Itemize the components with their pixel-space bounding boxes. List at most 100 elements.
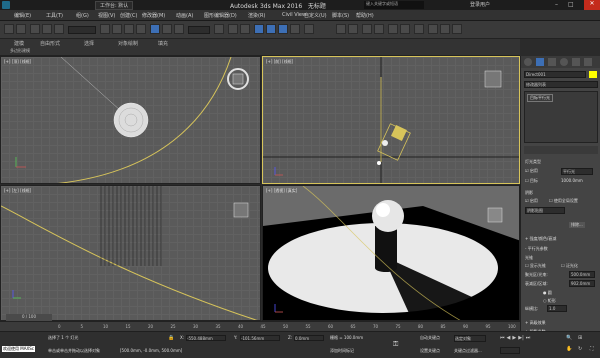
select-rotate-button[interactable] [162, 24, 172, 34]
viewport-front[interactable]: [+] [前] [线框] [262, 56, 520, 184]
menu-item[interactable]: 修改器(M) [142, 12, 165, 19]
falloff-spinner[interactable]: 902.0mm [569, 280, 595, 287]
shadow-type-dropdown[interactable]: 阴影贴图 [525, 207, 565, 214]
bind-spacewarp-button[interactable] [54, 24, 64, 34]
menu-item[interactable]: 组(G) [76, 12, 89, 19]
window-crossing-button[interactable] [136, 24, 146, 34]
menu-item[interactable]: 编辑(E) [14, 12, 31, 19]
add-time-tag[interactable]: 添加时间标记 [330, 348, 354, 354]
minimize-button[interactable]: – [555, 1, 558, 8]
graphite-toggle-button[interactable] [374, 24, 384, 34]
menu-item[interactable]: 视图(V) [98, 12, 115, 19]
playback-controls[interactable]: ⏮ ◀ ▶ ▶| ⏭ [500, 335, 560, 343]
curve-editor-button[interactable] [388, 24, 398, 34]
selection-filter-dropdown[interactable] [68, 26, 96, 34]
x-coord-field[interactable]: -550.488mm [186, 335, 226, 341]
aspect-spinner[interactable]: 1.0 [547, 305, 567, 312]
schematic-view-button[interactable] [400, 24, 410, 34]
rectangle-radio[interactable]: ○ 矩形 [543, 298, 556, 304]
light-type-header[interactable]: 灯光类型 [525, 159, 541, 165]
object-name-field[interactable]: Direct001 [524, 71, 586, 78]
search-input[interactable]: 键入关键字或短语 [364, 1, 424, 9]
key-filter-button[interactable]: 关键点过滤器... [454, 348, 482, 354]
viewport-perspective[interactable]: [+] [透视] [真实] [262, 185, 520, 321]
advanced-effects-rollout[interactable]: + 高级效果 [525, 320, 546, 326]
select-scale-button[interactable] [174, 24, 184, 34]
rect-selection-button[interactable] [124, 24, 134, 34]
spinner-snap-button[interactable] [290, 24, 300, 34]
show-cone-checkbox[interactable]: ☐ 显示光锥 [525, 263, 546, 269]
menu-item[interactable]: 创建(C) [120, 12, 137, 19]
select-object-button[interactable] [100, 24, 110, 34]
hierarchy-tab-icon[interactable] [548, 58, 556, 66]
key-selection-dropdown[interactable]: 选定对象 [454, 335, 486, 342]
user-label[interactable]: 登录用户 [470, 1, 490, 8]
select-move-button[interactable] [150, 24, 160, 34]
viewport-nav-controls[interactable]: 🔍 ⊞ ✋ ↻ ⛶ [564, 335, 600, 357]
goto-start-icon[interactable]: ⏮ [500, 335, 505, 343]
light-type-dropdown[interactable]: 平行光 [561, 168, 593, 175]
display-tab-icon[interactable] [572, 58, 580, 66]
intensity-rollout[interactable]: + 强度/颜色/衰减 [525, 236, 556, 242]
modify-tab-icon[interactable] [536, 58, 544, 66]
render-setup-button[interactable] [428, 24, 438, 34]
maximize-button[interactable]: □ [568, 1, 574, 8]
current-frame-field[interactable] [500, 347, 520, 354]
hotspot-spinner[interactable]: 500.0mm [569, 271, 595, 278]
key-icon[interactable]: ⚿ [393, 340, 398, 349]
angle-snap-button[interactable] [266, 24, 276, 34]
zoom-icon[interactable]: 🔍 [566, 335, 572, 341]
layer-manager-button[interactable] [362, 24, 372, 34]
menu-item[interactable]: 帮助(H) [356, 12, 374, 19]
create-tab-icon[interactable] [524, 58, 532, 66]
undo-button[interactable] [4, 24, 14, 34]
prev-frame-icon[interactable]: ◀ [507, 335, 511, 343]
z-coord-field[interactable]: 0.0mm [294, 335, 324, 341]
app-logo-icon[interactable] [2, 1, 10, 9]
keyboard-shortcut-button[interactable] [240, 24, 250, 34]
next-frame-icon[interactable]: ▶| [518, 335, 524, 343]
select-by-name-button[interactable] [112, 24, 122, 34]
menu-item[interactable]: 渲染(R) [248, 12, 265, 19]
circle-radio[interactable]: ● 圆 [543, 290, 552, 296]
redo-button[interactable] [16, 24, 26, 34]
shadow-enable-checkbox[interactable]: ☑ 启用 [525, 198, 538, 204]
maxscript-listener[interactable]: 欢迎使用 MAXSc [2, 346, 35, 352]
maximize-viewport-icon[interactable]: ⛶ [590, 346, 594, 352]
material-editor-button[interactable] [414, 24, 424, 34]
align-button[interactable] [348, 24, 358, 34]
orbit-icon[interactable]: ↻ [578, 346, 582, 352]
menu-item[interactable]: 动画(A) [176, 12, 193, 19]
directional-params-rollout[interactable]: - 平行光参数 [525, 246, 548, 252]
object-color-swatch[interactable] [589, 71, 597, 78]
unlink-button[interactable] [42, 24, 52, 34]
ribbon-tab[interactable]: 建模 [14, 40, 24, 47]
ribbon-tab[interactable]: 选择 [84, 40, 94, 47]
reference-coord-dropdown[interactable] [188, 26, 210, 34]
pivot-center-button[interactable] [214, 24, 224, 34]
modifier-list-dropdown[interactable]: 修改器列表 [524, 81, 598, 88]
stack-item[interactable]: 目标平行光 [527, 94, 553, 102]
manipulate-button[interactable] [228, 24, 238, 34]
menu-item[interactable]: 图形编辑器(D) [204, 12, 237, 19]
motion-tab-icon[interactable] [560, 58, 568, 66]
menu-item[interactable]: 脚本(S) [332, 12, 349, 19]
goto-end-icon[interactable]: ⏭ [526, 335, 531, 343]
named-selection-button[interactable] [304, 24, 314, 34]
autokey-button[interactable]: 自动关键点 [420, 335, 440, 341]
lock-icon[interactable]: 🔒 [168, 335, 174, 341]
percent-snap-button[interactable] [278, 24, 288, 34]
overshoot-checkbox[interactable]: ☐ 泛光化 [561, 263, 578, 269]
ribbon-tab[interactable]: 对象绘制 [118, 40, 138, 47]
rendered-frame-button[interactable] [440, 24, 450, 34]
render-production-button[interactable] [452, 24, 462, 34]
time-slider[interactable]: 0 / 100 [6, 314, 52, 321]
use-global-checkbox[interactable]: ☐ 使用全局设置 [549, 198, 578, 204]
modifier-stack[interactable]: 目标平行光 [524, 91, 598, 143]
utilities-tab-icon[interactable] [584, 58, 592, 66]
enable-checkbox[interactable]: ☑ 启用 [525, 168, 538, 174]
pan-icon[interactable]: ✋ [566, 346, 572, 352]
ribbon-tab[interactable]: 自由形式 [40, 40, 60, 47]
exclude-button[interactable]: 排除... [569, 222, 585, 228]
y-coord-field[interactable]: -101.56mm [240, 335, 280, 341]
